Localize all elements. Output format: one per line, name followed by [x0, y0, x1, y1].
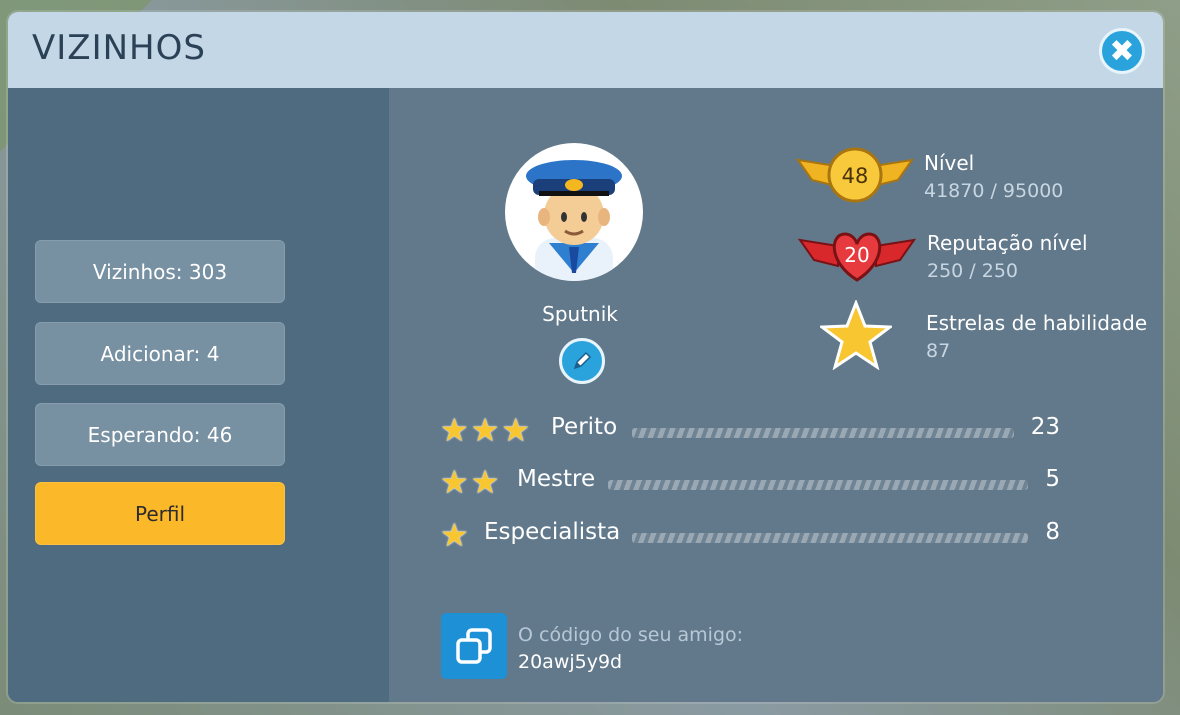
rank-count: 8: [1045, 519, 1060, 545]
rank-row-especialista: ★ Especialista 8: [440, 517, 1060, 553]
close-button[interactable]: ✖: [1099, 28, 1145, 74]
skill-stars-label: Estrelas de habilidade: [926, 311, 1148, 335]
star-icon: ★: [440, 463, 469, 501]
rank-name: Perito: [551, 414, 618, 440]
skill-stars-value: 87: [926, 340, 951, 362]
level-wings-icon: 48: [796, 147, 914, 203]
star-icon: ★: [440, 516, 469, 554]
skill-star-icon: [820, 300, 892, 370]
username: Sputnik: [542, 302, 618, 326]
rank-row-mestre: ★ ★ Mestre 5: [440, 464, 1060, 500]
sidebar-item-neighbors[interactable]: Vizinhos: 303: [35, 240, 285, 303]
reputation-value: 250 / 250: [927, 260, 1019, 282]
sidebar-item-waiting[interactable]: Esperando: 46: [35, 403, 285, 466]
rank-name: Mestre: [517, 466, 596, 492]
sidebar-item-profile[interactable]: Perfil: [35, 482, 285, 545]
sidebar: Vizinhos: 303 Adicionar: 4 Esperando: 46…: [8, 88, 389, 702]
close-icon: ✖: [1109, 33, 1135, 69]
star-icon: ★: [501, 411, 531, 449]
friend-code-value: 20awj5y9d: [518, 651, 623, 673]
sidebar-item-add[interactable]: Adicionar: 4: [35, 322, 285, 385]
rank-count: 23: [1030, 414, 1060, 440]
rank-stars: ★ ★: [440, 466, 499, 498]
star-icon: ★: [440, 411, 469, 449]
edit-name-button[interactable]: [559, 338, 605, 384]
copy-icon: [456, 628, 492, 664]
rank-row-perito: ★ ★ ★ Perito 23: [440, 412, 1060, 448]
pencil-icon: [573, 351, 592, 370]
star-icon: ★: [470, 411, 500, 449]
rank-stars: ★ ★ ★: [440, 414, 530, 446]
rank-name: Especialista: [484, 519, 621, 545]
rank-progress-bar: [632, 428, 1014, 438]
rank-progress-bar: [632, 533, 1028, 543]
reputation-heart-icon: 20: [798, 232, 916, 282]
rank-count: 5: [1045, 466, 1060, 492]
level-badge: 48: [842, 164, 869, 188]
reputation-badge: 20: [844, 243, 869, 267]
dialog-title: VIZINHOS: [32, 28, 206, 68]
level-label: Nível: [924, 151, 975, 175]
star-icon: ★: [470, 463, 500, 501]
rank-stars: ★: [440, 519, 469, 551]
level-value: 41870 / 95000: [924, 180, 1064, 202]
friend-code-label: O código do seu amigo:: [518, 624, 744, 646]
title-bar: VIZINHOS ✖: [8, 12, 1163, 88]
pilot-avatar-icon: [526, 160, 622, 281]
rank-progress-bar: [608, 480, 1028, 490]
reputation-label: Reputação nível: [927, 231, 1088, 255]
avatar: [505, 143, 643, 281]
copy-code-button[interactable]: [441, 613, 507, 679]
